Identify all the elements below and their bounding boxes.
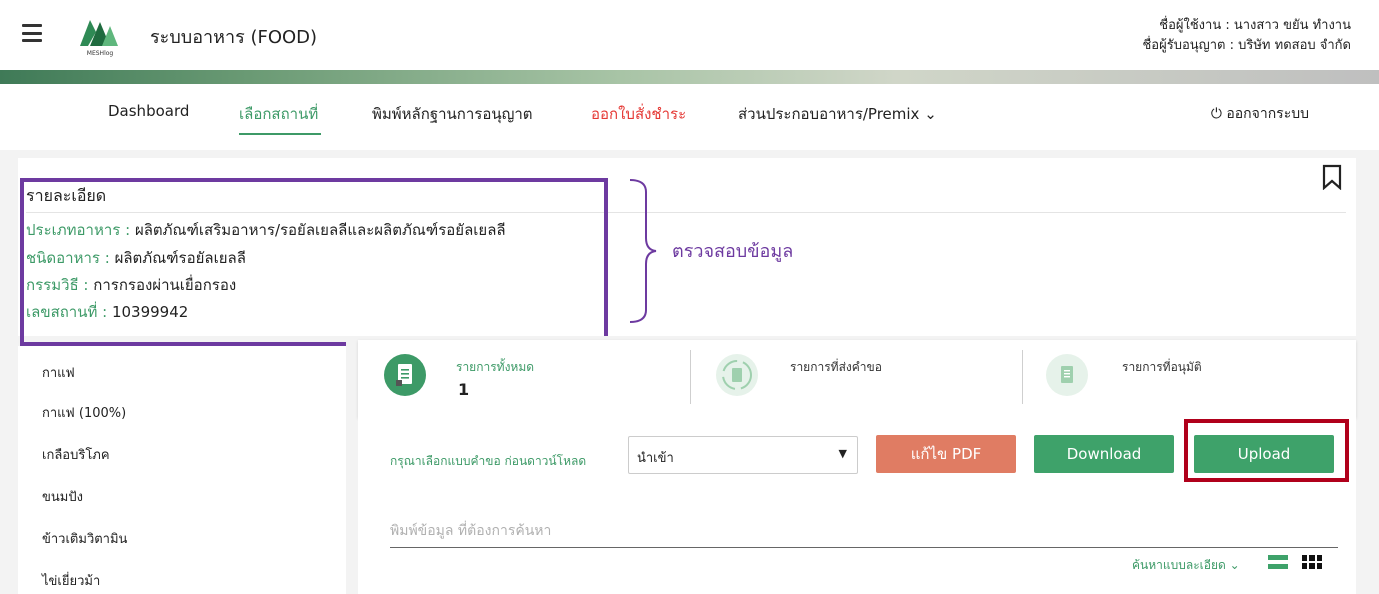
refresh-document-icon	[716, 354, 758, 396]
nav-ingredients-premix[interactable]: ส่วนประกอบอาหาร/Premix ⌄	[738, 102, 937, 126]
sidebar-item-salt[interactable]: เกลือบริโภค	[42, 444, 110, 465]
download-button[interactable]: Download	[1034, 435, 1174, 473]
divider	[690, 350, 691, 404]
chevron-down-icon: ▼	[838, 447, 847, 460]
user-name: ชื่อผู้ใช้งาน : นางสาว ขยัน ทำงาน	[1159, 18, 1351, 33]
divider	[1022, 350, 1023, 404]
curly-brace-annotation	[629, 179, 657, 323]
form-type-value: นำเข้า	[637, 451, 674, 466]
highlight-box	[20, 178, 608, 346]
grid-view-icon[interactable]	[1302, 555, 1322, 569]
nav-print-license[interactable]: พิมพ์หลักฐานการอนุญาต	[372, 102, 533, 126]
document-icon	[384, 354, 426, 396]
upload-highlight-box	[1184, 419, 1349, 482]
sidebar-item-century-egg[interactable]: ไข่เยี่ยวม้า	[42, 570, 100, 591]
menu-icon[interactable]	[22, 24, 42, 42]
stat-submitted-label: รายการที่ส่งคำขอ	[790, 360, 882, 374]
sidebar-item-bread[interactable]: ขนมปัง	[42, 486, 83, 507]
approved-document-icon	[1046, 354, 1088, 396]
form-type-select[interactable]: นำเข้า ▼	[628, 436, 858, 474]
bookmark-icon[interactable]	[1322, 164, 1342, 190]
category-sidebar: กาแฟ กาแฟ (100%) เกลือบริโภค ขนมปัง ข้าว…	[18, 346, 346, 594]
sidebar-item-fortified-rice[interactable]: ข้าวเติมวิตามิน	[42, 528, 127, 549]
power-icon: ⏻	[1210, 106, 1222, 122]
app-title: ระบบอาหาร (FOOD)	[150, 27, 318, 48]
form-select-label: กรุณาเลือกแบบคำขอ ก่อนดาวน์โหลด	[390, 454, 587, 468]
active-nav-underline	[239, 133, 321, 135]
licensee-name: ชื่อผู้รับอนุญาต : บริษัท ทดสอบ จำกัด	[1142, 38, 1351, 53]
advanced-search-toggle[interactable]: ค้นหาแบบละเอียด ⌄	[1132, 556, 1240, 575]
list-view-icon[interactable]	[1268, 555, 1288, 569]
edit-pdf-button[interactable]: แก้ไข PDF	[876, 435, 1016, 473]
svg-text:MESHlog: MESHlog	[87, 50, 114, 57]
sidebar-item-coffee-100[interactable]: กาแฟ (100%)	[42, 402, 126, 423]
main-nav: Dashboard เลือกสถานที่ พิมพ์หลักฐานการอน…	[0, 84, 1379, 150]
sidebar-item-coffee[interactable]: กาแฟ	[42, 362, 75, 383]
header-gradient-bar	[0, 70, 1379, 84]
nav-select-location[interactable]: เลือกสถานที่	[239, 102, 318, 126]
logout-button[interactable]: ⏻ ออกจากระบบ	[1211, 103, 1309, 125]
nav-dashboard[interactable]: Dashboard	[108, 102, 189, 120]
stat-total-value: 1	[458, 380, 470, 399]
nav-payment-order[interactable]: ออกใบสั่งชำระ	[591, 102, 686, 126]
stat-approved-label: รายการที่อนุมัติ	[1122, 360, 1202, 374]
logout-label: ออกจากระบบ	[1226, 106, 1309, 122]
stat-total-label: รายการทั้งหมด	[456, 360, 535, 374]
top-bar: MESHlog ระบบอาหาร (FOOD) ชื่อผู้ใช้งาน :…	[0, 0, 1379, 70]
stats-bar: รายการทั้งหมด 1 รายการที่ส่งคำขอ รายการท…	[358, 340, 1356, 418]
meshlog-logo: MESHlog	[80, 20, 118, 57]
search-input[interactable]	[390, 514, 1338, 548]
user-info: ชื่อผู้ใช้งาน : นางสาว ขยัน ทำงาน ชื่อผู…	[1142, 16, 1351, 56]
annotation-text: ตรวจสอบข้อมูล	[672, 241, 794, 262]
